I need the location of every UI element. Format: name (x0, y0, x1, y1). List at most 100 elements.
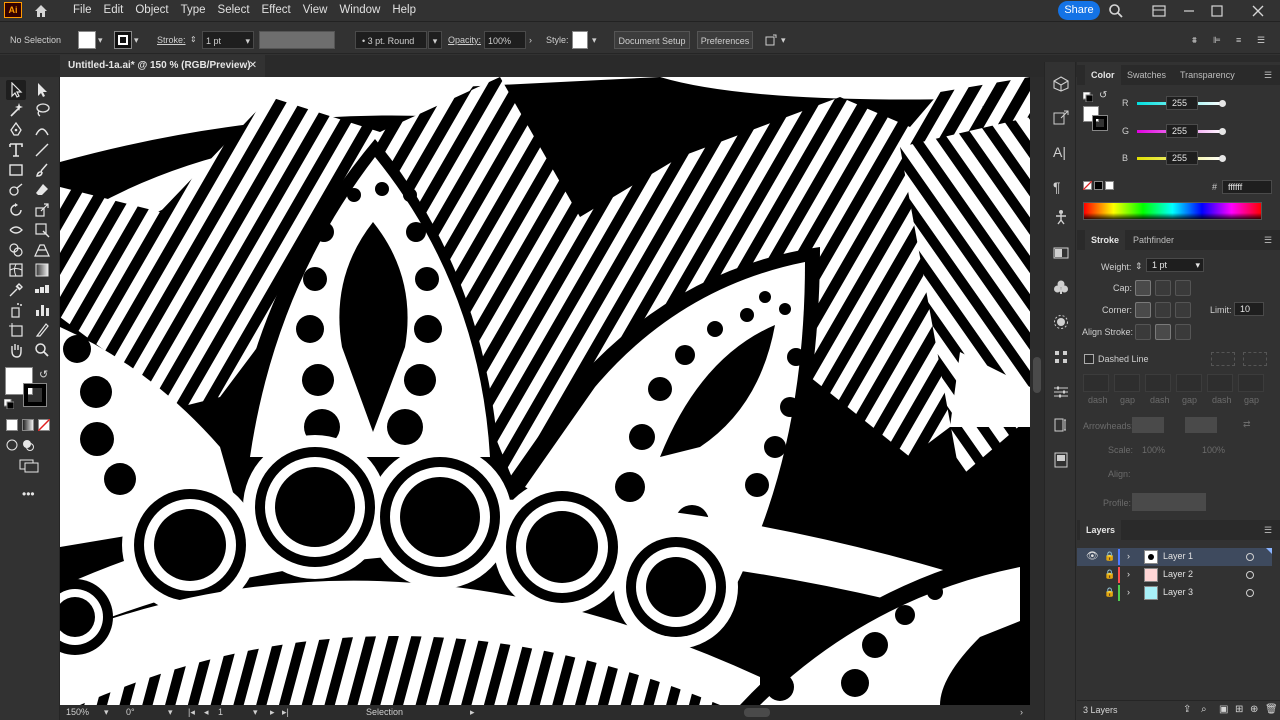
artboard-number[interactable]: 1 (218, 707, 223, 717)
magic-wand-tool-icon[interactable] (6, 100, 26, 120)
eyedropper-tool-icon[interactable] (6, 280, 26, 300)
rectangle-tool-icon[interactable] (6, 160, 26, 180)
properties-sliders-icon[interactable] (1053, 384, 1069, 400)
stroke-label[interactable]: Stroke: (157, 31, 186, 49)
default-colors-icon[interactable] (1082, 91, 1094, 103)
color-spectrum[interactable] (1083, 202, 1262, 220)
menu-file[interactable]: File (67, 0, 98, 22)
default-fill-stroke-icon[interactable] (3, 398, 15, 410)
target-icon[interactable] (1246, 553, 1254, 561)
artboard-tool-icon[interactable] (6, 320, 26, 340)
weight-field[interactable]: 1 pt ▾ (1146, 258, 1204, 272)
free-transform-tool-icon[interactable] (32, 220, 52, 240)
start-scale-value[interactable]: 100% (1142, 445, 1165, 455)
none-mode-icon[interactable] (38, 419, 50, 431)
hex-value[interactable]: ffffff (1222, 180, 1272, 194)
minimize-icon[interactable] (1181, 3, 1197, 19)
character-icon[interactable]: A| (1053, 144, 1069, 160)
blue-slider-knob[interactable] (1219, 155, 1226, 162)
layer-row[interactable]: 👁 🔒 › Layer 1 (1077, 548, 1272, 566)
stroke-weight-field[interactable]: 1 pt ▾ (202, 31, 254, 49)
type-tool-icon[interactable] (6, 140, 26, 160)
chevron-down-icon[interactable]: ▾ (781, 31, 791, 49)
opacity-label[interactable]: Opacity: (448, 31, 481, 49)
width-tool-icon[interactable] (6, 220, 26, 240)
layer-row[interactable]: 🔒 › Layer 3 (1077, 584, 1272, 602)
puppet-icon[interactable] (1053, 209, 1069, 225)
zoom-level[interactable]: 150% (66, 707, 89, 717)
paragraph-icon[interactable]: ¶ (1053, 179, 1069, 195)
hand-tool-icon[interactable] (6, 340, 26, 360)
gradient-mode-icon[interactable] (22, 419, 34, 431)
trash-icon[interactable]: 🗑 (1265, 704, 1278, 715)
limit-field[interactable]: 10 (1234, 302, 1264, 316)
selection-tool-icon[interactable] (6, 80, 26, 100)
new-layer-icon[interactable]: ⊕ (1250, 704, 1258, 715)
vertical-scrollbar[interactable] (1030, 77, 1044, 705)
lock-icon[interactable]: 🔒 (1104, 569, 1115, 580)
transform-panel-icon[interactable] (1053, 417, 1069, 433)
black-swatch[interactable] (1094, 181, 1103, 190)
menu-type[interactable]: Type (175, 0, 212, 22)
stroke-swatch[interactable] (114, 31, 132, 49)
mesh-tool-icon[interactable] (6, 260, 26, 280)
artboard[interactable] (60, 77, 1030, 705)
search-icon[interactable] (1108, 3, 1124, 19)
pen-tool-icon[interactable] (6, 120, 26, 140)
tab-transparency[interactable]: Transparency (1174, 65, 1241, 85)
document-tab[interactable]: Untitled-1a.ai* @ 150 % (RGB/Preview) ✕ (60, 55, 265, 77)
chevron-right-icon[interactable]: › (1127, 569, 1130, 579)
round-join-button[interactable] (1155, 302, 1171, 318)
3d-icon[interactable] (1053, 76, 1069, 92)
swap-arrowheads-icon[interactable]: ⇄ (1243, 419, 1251, 430)
previous-artboard-icon[interactable]: ◂ (204, 707, 209, 718)
shape-builder-tool-icon[interactable] (6, 240, 26, 260)
home-icon[interactable] (33, 3, 49, 19)
scrollbar-thumb[interactable] (1033, 357, 1041, 393)
color-mode-icon[interactable] (6, 419, 18, 431)
rotation-value[interactable]: 0° (126, 707, 135, 717)
distribute-icon[interactable]: ≡ (1236, 31, 1250, 49)
align-center-button[interactable] (1135, 324, 1151, 340)
layer-name[interactable]: Layer 3 (1163, 587, 1193, 597)
swap-fill-stroke-icon[interactable]: ↺ (39, 368, 48, 381)
projecting-cap-button[interactable] (1175, 280, 1191, 296)
artboards-panel-icon[interactable] (1053, 452, 1069, 468)
fill-swatch[interactable] (78, 31, 96, 49)
menu-window[interactable]: Window (333, 0, 386, 22)
share-button[interactable]: Share (1058, 1, 1100, 20)
tab-stroke[interactable]: Stroke (1085, 230, 1126, 250)
gap-field[interactable] (1114, 374, 1140, 392)
profile-select[interactable] (1132, 493, 1206, 511)
first-artboard-icon[interactable]: |◂ (188, 707, 195, 718)
line-tool-icon[interactable] (32, 140, 52, 160)
red-value[interactable]: 255 (1166, 96, 1198, 110)
bevel-join-button[interactable] (1175, 302, 1191, 318)
tab-layers[interactable]: Layers (1080, 520, 1122, 540)
dash-field[interactable] (1207, 374, 1233, 392)
horizontal-scrollbar-thumb[interactable] (744, 708, 770, 717)
brush-definition[interactable]: • 3 pt. Round (355, 31, 427, 49)
paintbrush-tool-icon[interactable] (32, 160, 52, 180)
screen-mode-icon[interactable] (19, 459, 39, 473)
new-sublayer-icon[interactable]: ⊞ (1235, 704, 1243, 715)
dash-field[interactable] (1145, 374, 1171, 392)
locate-object-icon[interactable]: ⌕ (1201, 704, 1207, 715)
lasso-tool-icon[interactable] (32, 100, 52, 120)
rotate-tool-icon[interactable] (6, 200, 26, 220)
stroke-color-swatch[interactable] (23, 383, 47, 407)
transform-icon[interactable] (764, 31, 778, 49)
perspective-grid-tool-icon[interactable] (32, 240, 52, 260)
align-icon[interactable]: ⊫ (1213, 31, 1227, 49)
style-swatch[interactable] (572, 31, 588, 49)
variable-width-profile[interactable] (259, 31, 335, 49)
chevron-right-icon[interactable]: ▸ (470, 707, 475, 718)
panel-menu-icon[interactable]: ☰ (1258, 230, 1278, 250)
menu-object[interactable]: Object (129, 0, 174, 22)
chevron-right-icon[interactable]: › (1127, 587, 1130, 597)
chevron-down-icon[interactable]: ▾ (253, 707, 258, 718)
dash-preserve-icon[interactable] (1243, 352, 1267, 366)
blue-value[interactable]: 255 (1166, 151, 1198, 165)
tab-swatches[interactable]: Swatches (1121, 65, 1172, 85)
menu-edit[interactable]: Edit (98, 0, 130, 22)
